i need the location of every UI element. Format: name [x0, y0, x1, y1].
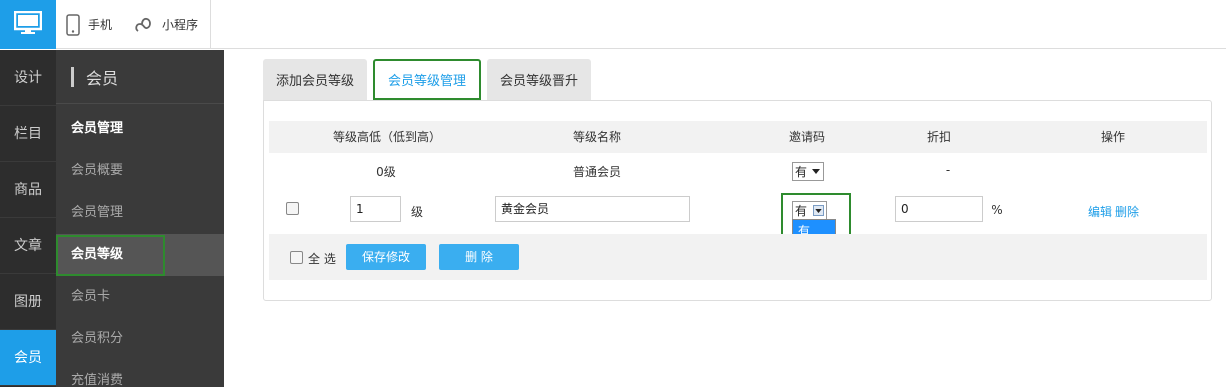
table-header: 等级高低（低到高） 等级名称 邀请码 折扣 操作: [269, 121, 1207, 153]
highlight-box: [56, 235, 165, 276]
tab-level-upgrade[interactable]: 会员等级晋升: [487, 59, 591, 100]
row1-level: 0级: [376, 165, 396, 179]
row2-delete-link[interactable]: 删除: [1115, 203, 1139, 220]
nav-item-design[interactable]: 设计: [0, 50, 56, 106]
header-action: 操作: [1100, 130, 1125, 144]
header-level: 等级高低（低到高）: [332, 130, 441, 144]
tab-bar: 添加会员等级 会员等级管理 会员等级晋升: [263, 59, 597, 100]
miniapp-icon: [134, 15, 154, 35]
mobile-link[interactable]: 手机: [66, 0, 112, 49]
tab-manage-level[interactable]: 会员等级管理: [373, 59, 481, 100]
row1-discount: -: [945, 163, 951, 177]
left-main-nav: 设计 栏目 商品 文章 图册 会员: [0, 50, 56, 387]
save-button[interactable]: 保存修改: [346, 244, 426, 270]
subnav-item-manage[interactable]: 会员管理: [56, 192, 224, 234]
select-all-label: 全 选: [308, 252, 336, 266]
nav-item-articles[interactable]: 文章: [0, 218, 56, 274]
subnav-item-recharge[interactable]: 充值消费: [56, 360, 224, 387]
row2-name-input[interactable]: 黄金会员: [495, 196, 690, 222]
subnav-item-overview[interactable]: 会员概要: [56, 150, 224, 192]
topbar-divider: [210, 0, 211, 49]
phone-icon: [66, 13, 80, 36]
miniapp-link[interactable]: 小程序: [134, 0, 198, 49]
desktop-logo[interactable]: [0, 0, 56, 49]
title-bar-decoration: [71, 66, 74, 87]
header-invite-code: 邀请码: [788, 130, 825, 144]
row1-name: 普通会员: [572, 165, 621, 179]
subnav-item-points[interactable]: 会员积分: [56, 318, 224, 360]
header-discount: 折扣: [926, 130, 951, 144]
subnav-item-card[interactable]: 会员卡: [56, 276, 224, 318]
subnav-title: 会员: [56, 50, 224, 104]
delete-button[interactable]: 删 除: [439, 244, 519, 270]
tab-add-level[interactable]: 添加会员等级: [263, 59, 367, 100]
nav-item-columns[interactable]: 栏目: [0, 106, 56, 162]
row2-level-unit: 级: [410, 205, 423, 219]
row1-invite-select[interactable]: 有: [792, 162, 824, 181]
top-bar: 手机 小程序: [0, 0, 1226, 49]
monitor-icon: [13, 10, 43, 38]
nav-item-products[interactable]: 商品: [0, 162, 56, 218]
header-name: 等级名称: [572, 130, 621, 144]
mobile-label: 手机: [88, 18, 113, 32]
subnav-title-text: 会员: [86, 68, 119, 88]
row2-checkbox[interactable]: [286, 202, 299, 215]
row2-discount-input[interactable]: 0: [895, 196, 983, 222]
member-subnav: 会员 会员管理 会员概要 会员管理 会员等级 会员卡 会员积分 充值消费: [56, 50, 224, 387]
chevron-down-icon: [810, 166, 821, 177]
nav-item-members[interactable]: 会员: [0, 330, 56, 386]
nav-item-albums[interactable]: 图册: [0, 274, 56, 330]
row2-edit-link[interactable]: 编辑: [1088, 203, 1112, 220]
subnav-item-levels[interactable]: 会员等级: [56, 234, 224, 276]
row2-discount-unit: %: [991, 203, 1003, 217]
subnav-group-label: 会员管理: [71, 121, 124, 136]
row1-invite-value: 有: [795, 165, 808, 179]
miniapp-label: 小程序: [162, 18, 199, 32]
select-all-checkbox[interactable]: [290, 251, 303, 264]
row2-level-input[interactable]: 1: [350, 196, 401, 222]
